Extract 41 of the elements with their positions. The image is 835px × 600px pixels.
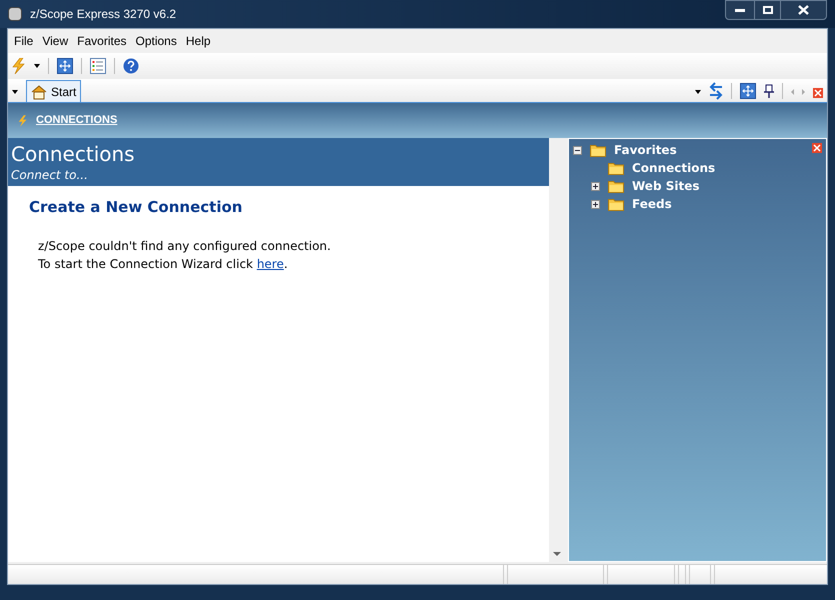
- instruction-text: To start the Connection Wizard click here.: [38, 256, 289, 272]
- swap-arrows-icon[interactable]: [709, 82, 723, 100]
- help-icon[interactable]: [123, 58, 139, 74]
- move-icon[interactable]: [57, 58, 73, 74]
- dropdown-arrow-icon[interactable]: [695, 90, 701, 94]
- tab[interactable]: Start: [26, 80, 82, 102]
- menu-item[interactable]: Favorites: [77, 32, 126, 50]
- lightning-icon: [18, 114, 28, 126]
- menu-item[interactable]: View: [42, 32, 68, 50]
- folder-icon: [590, 144, 606, 156]
- list-icon[interactable]: [90, 58, 106, 74]
- window-title: z/Scope Express 3270 v6.2: [30, 6, 178, 23]
- house-icon: [31, 84, 47, 100]
- move-icon[interactable]: [740, 83, 756, 99]
- menu-item[interactable]: File: [14, 32, 34, 50]
- menu-item[interactable]: Options: [136, 32, 177, 50]
- folder-icon: [608, 162, 624, 174]
- panel-subtitle: Connect to...: [11, 167, 89, 184]
- menu-item[interactable]: Help: [186, 32, 211, 50]
- tree-item[interactable]: Feeds: [632, 195, 672, 213]
- close-icon[interactable]: [812, 143, 822, 153]
- tree-item[interactable]: Favorites: [614, 141, 677, 159]
- pin-icon[interactable]: [764, 84, 774, 98]
- app-icon: [8, 7, 22, 21]
- here-link[interactable]: here: [256, 256, 284, 270]
- message-text: z/Scope couldn't find any configured connection.: [38, 238, 332, 254]
- folder-icon: [608, 180, 624, 192]
- tree-item[interactable]: Web Sites: [632, 177, 700, 195]
- close-icon[interactable]: [813, 88, 823, 98]
- folder-icon: [608, 198, 624, 210]
- collapse-icon[interactable]: [573, 146, 582, 154]
- close-icon: [798, 5, 809, 15]
- expand-icon[interactable]: [591, 182, 600, 190]
- section-heading: Create a New Connection: [29, 197, 244, 218]
- tree-item[interactable]: Connections: [632, 159, 716, 177]
- dropdown-arrow-icon[interactable]: [12, 90, 18, 94]
- dropdown-arrow-icon[interactable]: [34, 64, 40, 68]
- breadcrumb-link[interactable]: CONNECTIONS: [36, 112, 118, 129]
- panel-title: Connections: [11, 142, 136, 166]
- expand-icon[interactable]: [591, 200, 600, 208]
- lightning-icon[interactable]: [12, 58, 26, 74]
